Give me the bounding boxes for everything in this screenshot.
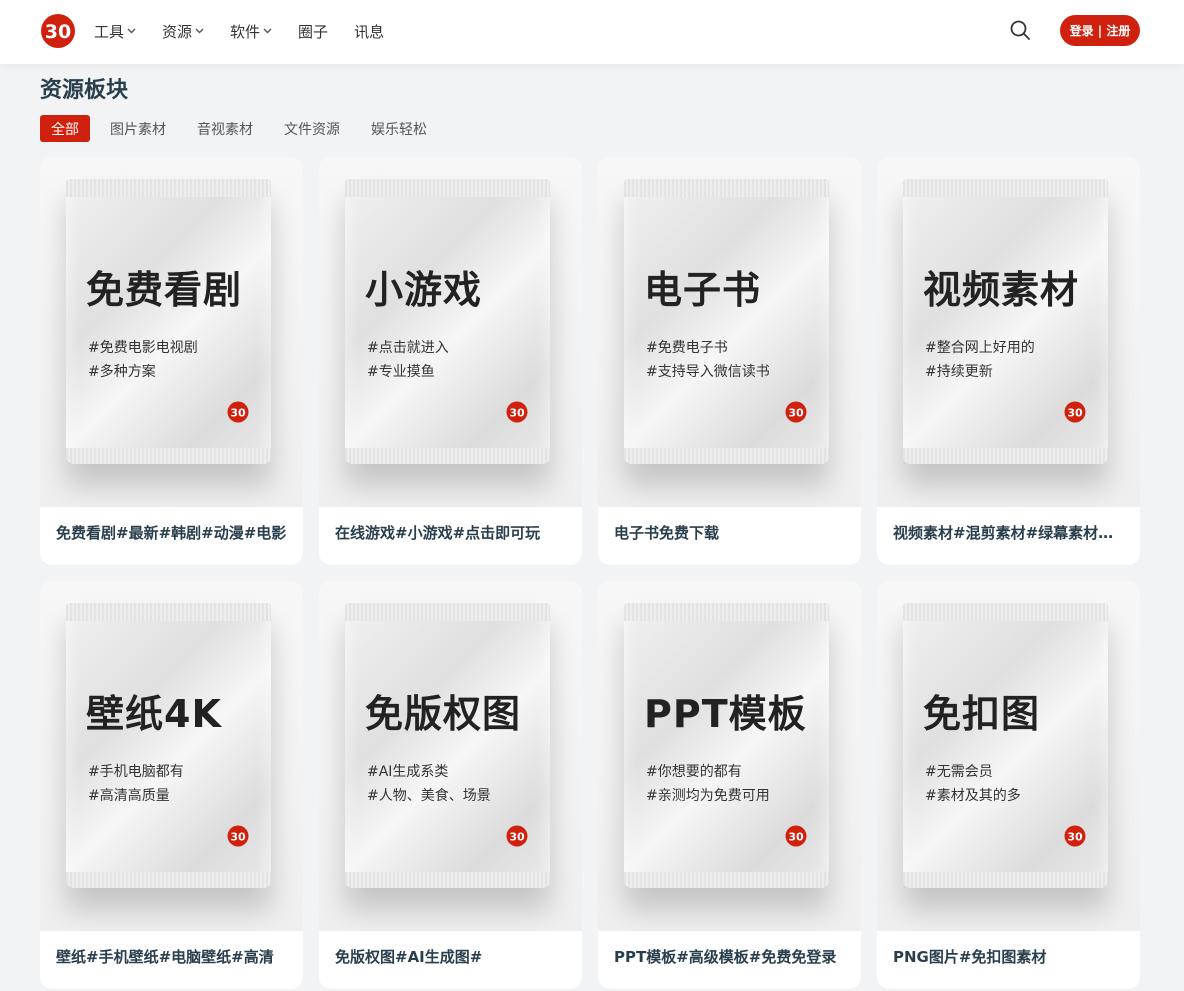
svg-text:30: 30 xyxy=(230,831,246,844)
resource-card[interactable]: 视频素材 #整合网上好用的 #持续更新 30 视频素材#混剪素材#绿幕素材#特效 xyxy=(877,157,1140,565)
package-tag: #免费电影电视剧 xyxy=(88,340,198,356)
resource-card[interactable]: PPT模板 #你想要的都有 #亲测均为免费可用 30 PPT模板#高级模板#免费免登录 xyxy=(598,581,861,989)
resource-card[interactable]: 壁纸4K #手机电脑都有 #高清高质量 30 壁纸#手机壁纸#电脑壁纸#高清 xyxy=(40,581,303,989)
nav-item-label: 工具 xyxy=(94,22,125,41)
nav-item-label: 资源 xyxy=(162,22,193,41)
package-tag: #无需会员 xyxy=(925,764,993,780)
brand-logo-icon: 30 xyxy=(506,825,528,847)
package-tag: #人物、美食、场景 xyxy=(367,788,491,804)
filter-tabs: 全部 图片素材 音视素材 文件资源 娱乐轻松 xyxy=(40,115,447,142)
card-title[interactable]: 免费看剧#最新#韩剧#动漫#电影 xyxy=(56,522,287,543)
package-image: 免版权图 #AI生成系类 #人物、美食、场景 30 xyxy=(345,603,550,888)
package-image: 免扣图 #无需会员 #素材及其的多 30 xyxy=(903,603,1108,888)
package-tag: #你想要的都有 xyxy=(646,764,742,780)
tab-images[interactable]: 图片素材 xyxy=(99,115,177,142)
brand-logo-icon: 30 xyxy=(506,401,528,423)
package-title: 免费看剧 xyxy=(86,268,243,312)
package-tag: #持续更新 xyxy=(925,364,993,380)
top-header: 30 工具 资源 软件 圈子 讯息 登录 | 注册 xyxy=(0,0,1184,64)
svg-text:30: 30 xyxy=(788,407,804,420)
card-title[interactable]: 在线游戏#小游戏#点击即可玩 xyxy=(335,522,566,543)
card-thumbnail[interactable]: 壁纸4K #手机电脑都有 #高清高质量 30 xyxy=(40,581,303,931)
card-thumbnail[interactable]: 视频素材 #整合网上好用的 #持续更新 30 xyxy=(877,157,1140,507)
brand-logo-icon: 30 xyxy=(227,825,249,847)
tab-entertainment[interactable]: 娱乐轻松 xyxy=(360,115,438,142)
card-title[interactable]: 视频素材#混剪素材#绿幕素材#特效 xyxy=(893,522,1124,543)
package-image: 壁纸4K #手机电脑都有 #高清高质量 30 xyxy=(66,603,271,888)
svg-text:30: 30 xyxy=(509,407,525,420)
package-image: 视频素材 #整合网上好用的 #持续更新 30 xyxy=(903,179,1108,464)
brand-logo-icon: 30 xyxy=(227,401,249,423)
package-tag: #整合网上好用的 xyxy=(925,340,1035,356)
card-title[interactable]: 免版权图#AI生成图# xyxy=(335,946,566,967)
svg-text:30: 30 xyxy=(788,831,804,844)
card-thumbnail[interactable]: 免费看剧 #免费电影电视剧 #多种方案 30 xyxy=(40,157,303,507)
svg-text:30: 30 xyxy=(1067,407,1083,420)
nav-item-label: 圈子 xyxy=(298,22,329,41)
package-image: PPT模板 #你想要的都有 #亲测均为免费可用 30 xyxy=(624,603,829,888)
brand-logo-icon: 30 xyxy=(785,401,807,423)
card-title[interactable]: 壁纸#手机壁纸#电脑壁纸#高清 xyxy=(56,946,287,967)
package-title: 免扣图 xyxy=(923,692,1041,736)
package-tag: #专业摸鱼 xyxy=(367,364,435,380)
nav-item-tools[interactable]: 工具 xyxy=(94,21,136,42)
chevron-down-icon xyxy=(195,28,204,34)
brand-logo-icon: 30 xyxy=(1064,825,1086,847)
package-tag: #多种方案 xyxy=(88,364,156,380)
resource-card[interactable]: 免版权图 #AI生成系类 #人物、美食、场景 30 免版权图#AI生成图# xyxy=(319,581,582,989)
package-tag: #手机电脑都有 xyxy=(88,764,184,780)
tab-files[interactable]: 文件资源 xyxy=(273,115,351,142)
resource-card[interactable]: 免费看剧 #免费电影电视剧 #多种方案 30 免费看剧#最新#韩剧#动漫#电影 xyxy=(40,157,303,565)
package-tag: #AI生成系类 xyxy=(367,764,449,780)
package-tag: #亲测均为免费可用 xyxy=(646,788,770,804)
card-thumbnail[interactable]: 免版权图 #AI生成系类 #人物、美食、场景 30 xyxy=(319,581,582,931)
login-register-button[interactable]: 登录 | 注册 xyxy=(1060,15,1140,46)
card-title[interactable]: PNG图片#免扣图素材 xyxy=(893,946,1124,967)
package-title: PPT模板 xyxy=(644,692,807,736)
nav-item-software[interactable]: 软件 xyxy=(230,21,272,42)
section-title: 资源板块 xyxy=(40,78,129,103)
package-tag: #素材及其的多 xyxy=(925,788,1021,804)
nav-item-resources[interactable]: 资源 xyxy=(162,21,204,42)
brand-logo-icon[interactable]: 30 xyxy=(40,13,76,49)
package-title: 电子书 xyxy=(644,268,762,312)
nav-item-label: 讯息 xyxy=(354,22,385,41)
svg-text:30: 30 xyxy=(1067,831,1083,844)
brand-logo-icon: 30 xyxy=(785,825,807,847)
nav-item-label: 软件 xyxy=(230,22,261,41)
resource-card[interactable]: 免扣图 #无需会员 #素材及其的多 30 PNG图片#免扣图素材 xyxy=(877,581,1140,989)
card-thumbnail[interactable]: PPT模板 #你想要的都有 #亲测均为免费可用 30 xyxy=(598,581,861,931)
chevron-down-icon xyxy=(127,28,136,34)
svg-text:30: 30 xyxy=(230,407,246,420)
resource-card[interactable]: 小游戏 #点击就进入 #专业摸鱼 30 在线游戏#小游戏#点击即可玩 xyxy=(319,157,582,565)
nav-item-circle[interactable]: 圈子 xyxy=(298,21,328,42)
package-tag: #免费电子书 xyxy=(646,340,728,356)
chevron-down-icon xyxy=(263,28,272,34)
main-nav: 工具 资源 软件 圈子 讯息 xyxy=(94,0,410,62)
card-title[interactable]: PPT模板#高级模板#免费免登录 xyxy=(614,946,845,967)
card-thumbnail[interactable]: 免扣图 #无需会员 #素材及其的多 30 xyxy=(877,581,1140,931)
package-image: 免费看剧 #免费电影电视剧 #多种方案 30 xyxy=(66,179,271,464)
package-tag: #点击就进入 xyxy=(367,340,449,356)
brand-logo-icon: 30 xyxy=(1064,401,1086,423)
package-title: 视频素材 xyxy=(923,268,1080,312)
tab-all[interactable]: 全部 xyxy=(40,115,90,142)
nav-item-news[interactable]: 讯息 xyxy=(354,21,384,42)
tab-audio-video[interactable]: 音视素材 xyxy=(186,115,264,142)
resource-card[interactable]: 电子书 #免费电子书 #支持导入微信读书 30 电子书免费下载 xyxy=(598,157,861,565)
package-image: 小游戏 #点击就进入 #专业摸鱼 30 xyxy=(345,179,550,464)
package-title: 免版权图 xyxy=(365,692,522,736)
package-title: 壁纸4K xyxy=(86,692,222,736)
svg-text:30: 30 xyxy=(45,21,71,43)
package-tag: #高清高质量 xyxy=(88,788,170,804)
card-thumbnail[interactable]: 电子书 #免费电子书 #支持导入微信读书 30 xyxy=(598,157,861,507)
card-thumbnail[interactable]: 小游戏 #点击就进入 #专业摸鱼 30 xyxy=(319,157,582,507)
card-title[interactable]: 电子书免费下载 xyxy=(614,522,845,543)
package-tag: #支持导入微信读书 xyxy=(646,364,770,380)
package-title: 小游戏 xyxy=(365,268,483,312)
svg-text:30: 30 xyxy=(509,831,525,844)
search-icon[interactable] xyxy=(1008,18,1032,42)
package-image: 电子书 #免费电子书 #支持导入微信读书 30 xyxy=(624,179,829,464)
